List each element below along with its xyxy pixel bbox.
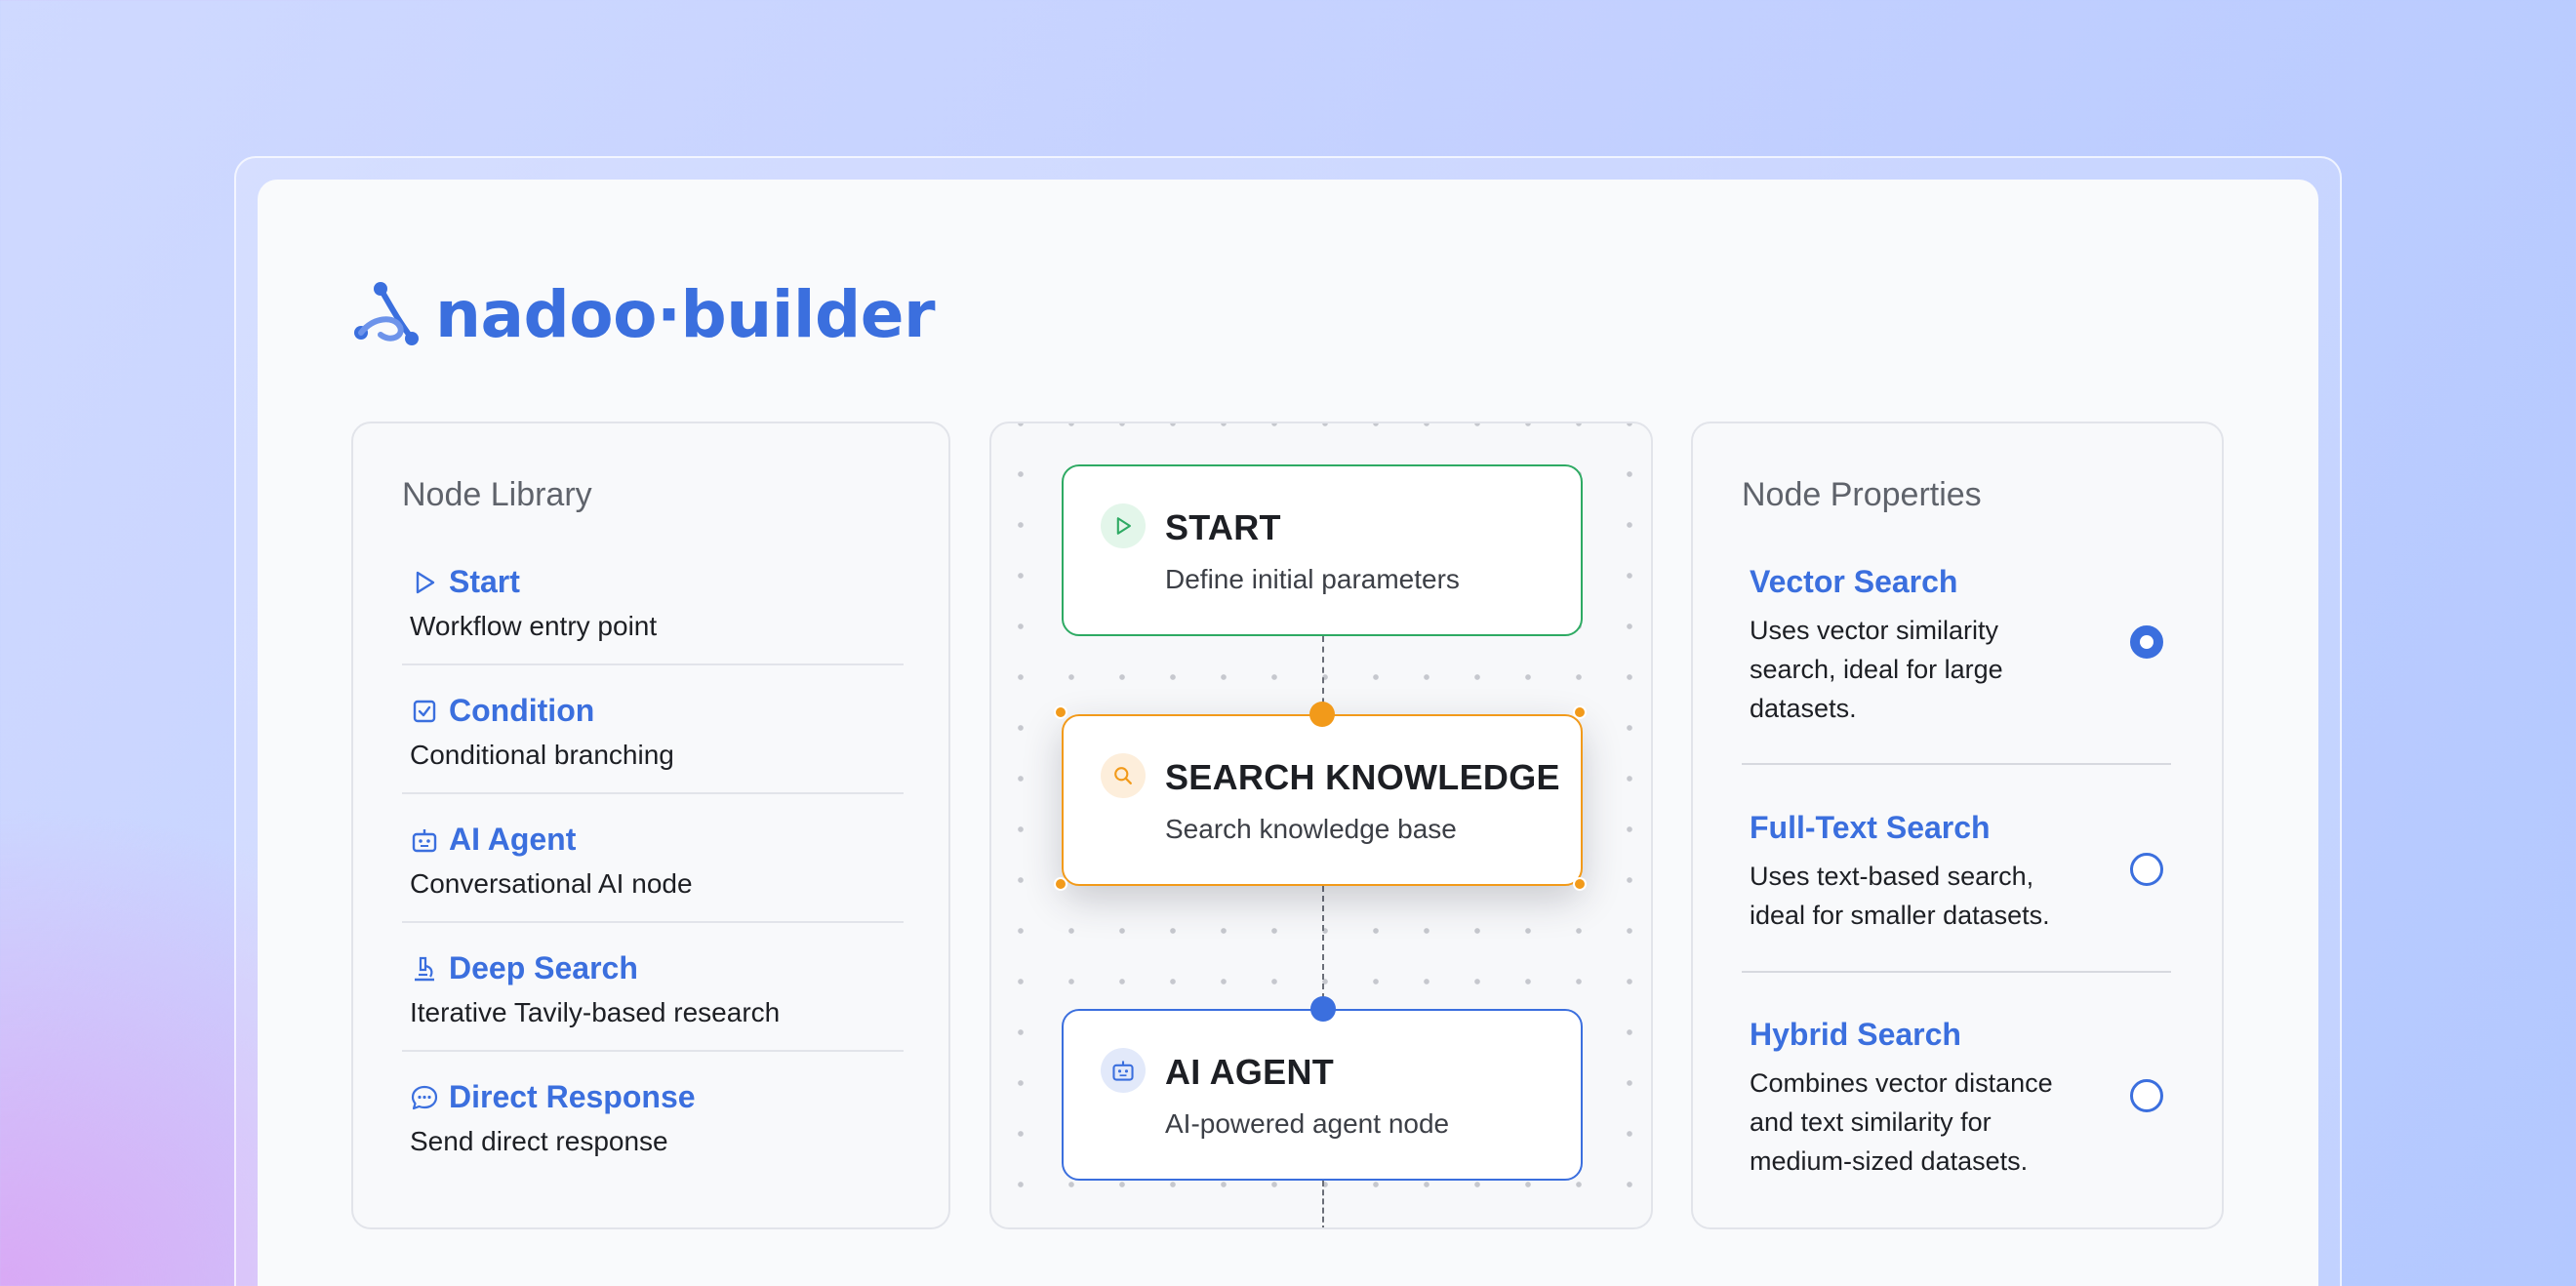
logo-mark-icon xyxy=(354,282,419,345)
radio-hybrid-search[interactable] xyxy=(2130,1079,2163,1112)
node-desc: AI-powered agent node xyxy=(1165,1108,1450,1139)
node-library-title: Node Library xyxy=(402,476,592,513)
divider xyxy=(1742,763,2171,765)
robot-icon xyxy=(412,828,437,852)
library-item-name: Start xyxy=(449,564,520,599)
library-item-desc: Send direct response xyxy=(410,1126,668,1156)
divider xyxy=(402,663,904,665)
divider xyxy=(1742,971,2171,973)
resize-handle-top-left[interactable] xyxy=(1054,705,1067,719)
resize-handle-top-right[interactable] xyxy=(1573,705,1587,719)
radio-vector-search[interactable] xyxy=(2130,625,2163,659)
node-start[interactable]: START Define initial parameters xyxy=(1062,464,1583,636)
option-name: Full-Text Search xyxy=(1750,810,1991,845)
play-icon xyxy=(1101,503,1146,548)
library-item-deep-search[interactable]: Deep Search Iterative Tavily-based resea… xyxy=(402,931,904,1052)
node-title: SEARCH KNOWLEDGE xyxy=(1165,757,1560,797)
library-item-desc: Conversational AI node xyxy=(410,868,693,899)
robot-icon xyxy=(1101,1048,1146,1093)
library-item-desc: Iterative Tavily-based research xyxy=(410,997,781,1027)
node-properties-title: Node Properties xyxy=(1742,476,1982,513)
divider xyxy=(402,921,904,923)
checkbox-icon xyxy=(413,700,436,722)
node-title: AI AGENT xyxy=(1165,1052,1335,1092)
library-item-name: Direct Response xyxy=(449,1079,696,1114)
library-item-desc: Workflow entry point xyxy=(410,611,658,641)
library-item-start[interactable]: Start Workflow entry point xyxy=(402,544,904,665)
radio-full-text-search[interactable] xyxy=(2130,853,2163,886)
search-icon xyxy=(1101,753,1146,798)
resize-handle-bottom-left[interactable] xyxy=(1054,877,1067,891)
microscope-icon xyxy=(415,956,434,981)
brand-logo: nadoo·builder xyxy=(351,275,936,353)
option-desc: Uses text-based search, ideal for smalle… xyxy=(1750,862,2050,930)
edge-agent-out xyxy=(1322,1181,1324,1227)
library-item-name: Condition xyxy=(449,693,595,728)
brand-name: nadoo·builder xyxy=(435,276,936,352)
divider-wrap xyxy=(1742,971,2171,973)
chat-bubble-icon xyxy=(411,1085,438,1109)
library-item-direct-response[interactable]: Direct Response Send direct response xyxy=(402,1060,904,1181)
node-library-panel: Node Library Start Workflow entry point … xyxy=(351,422,950,1229)
option-desc: Combines vector distance and text simila… xyxy=(1750,1068,2053,1176)
divider-wrap xyxy=(1742,763,2171,765)
library-item-name: Deep Search xyxy=(449,950,638,985)
node-ai-agent[interactable]: AI AGENT AI-powered agent node xyxy=(1062,1009,1583,1181)
node-desc: Define initial parameters xyxy=(1165,564,1460,594)
resize-handle-bottom-right[interactable] xyxy=(1573,877,1587,891)
library-item-ai-agent[interactable]: AI Agent Conversational AI node xyxy=(402,802,904,923)
divider xyxy=(402,1050,904,1052)
node-search-knowledge[interactable]: SEARCH KNOWLEDGE Search knowledge base xyxy=(1062,714,1583,886)
option-name: Vector Search xyxy=(1750,564,1958,599)
library-item-desc: Conditional branching xyxy=(410,740,674,770)
node-properties-panel: Node Properties Vector Search Uses vecto… xyxy=(1691,422,2224,1229)
library-item-condition[interactable]: Condition Conditional branching xyxy=(402,673,904,794)
node-desc: Search knowledge base xyxy=(1165,814,1457,844)
divider xyxy=(402,792,904,794)
input-port-agent[interactable] xyxy=(1310,996,1336,1022)
input-port-search[interactable] xyxy=(1309,702,1335,727)
play-icon xyxy=(416,571,435,593)
node-title: START xyxy=(1165,507,1281,547)
option-desc: Uses vector similarity search, ideal for… xyxy=(1750,616,2003,723)
option-name: Hybrid Search xyxy=(1750,1017,1961,1052)
library-item-name: AI Agent xyxy=(449,822,577,857)
workflow-canvas[interactable]: START Define initial parameters SEARCH K… xyxy=(989,422,1653,1229)
edge-search-to-agent xyxy=(1322,886,1324,1009)
